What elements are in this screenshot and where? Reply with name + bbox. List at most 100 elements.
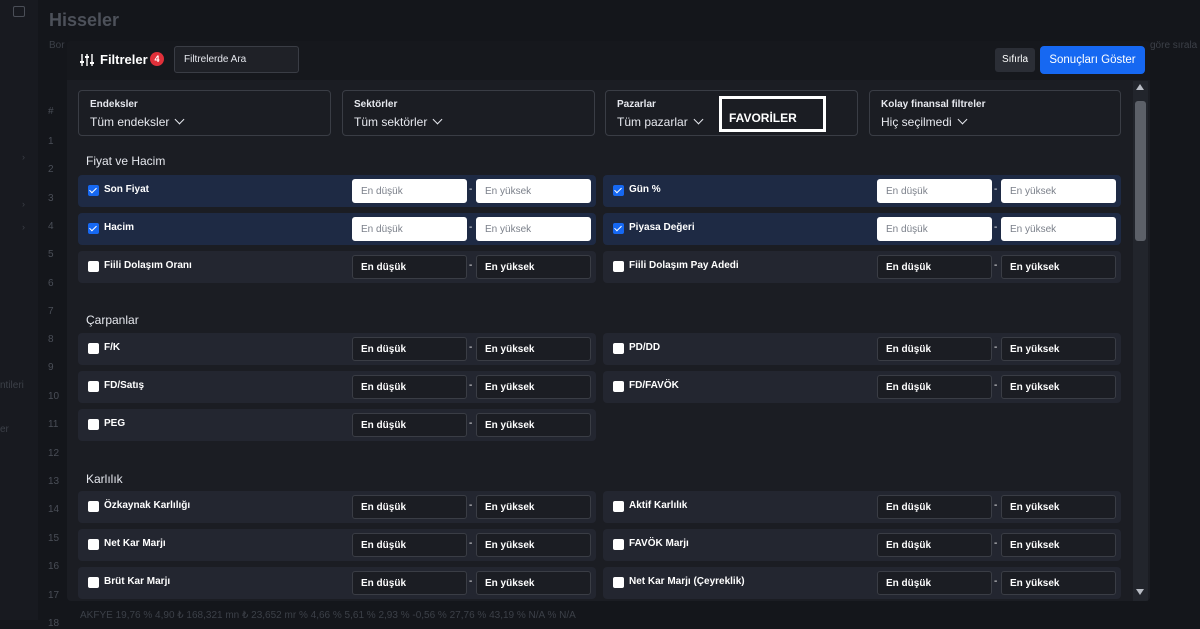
indices-dropdown[interactable]: Endeksler Tüm endeksler	[78, 90, 331, 136]
max-value-input[interactable]	[476, 179, 591, 203]
sidebar-toggle-icon[interactable]	[13, 6, 25, 17]
filter-label[interactable]: Son Fiyat	[104, 184, 149, 195]
min-value-input[interactable]	[352, 217, 467, 241]
filter-label[interactable]: Fiili Dolaşım Oranı	[104, 260, 192, 271]
chevron-right-icon: ›	[22, 152, 25, 162]
section-title: Çarpanlar	[86, 313, 139, 327]
scroll-up-icon[interactable]	[1136, 84, 1144, 90]
sectors-dropdown[interactable]: Sektörler Tüm sektörler	[342, 90, 595, 136]
filter-row: PEG -	[78, 409, 596, 441]
filter-label[interactable]: Piyasa Değeri	[629, 222, 695, 233]
chevron-down-icon	[432, 114, 443, 125]
min-value-input[interactable]	[877, 375, 992, 399]
max-value-input[interactable]	[476, 375, 591, 399]
filter-checkbox[interactable]	[88, 223, 99, 234]
min-value-input[interactable]	[352, 533, 467, 557]
filter-row: Aktif Karlılık -	[603, 491, 1121, 523]
min-value-input[interactable]	[352, 255, 467, 279]
min-value-input[interactable]	[352, 413, 467, 437]
max-value-input[interactable]	[1001, 179, 1116, 203]
filter-checkbox[interactable]	[613, 539, 624, 550]
filter-checkbox[interactable]	[613, 185, 624, 196]
range-separator: -	[994, 500, 998, 511]
filter-label[interactable]: Fiili Dolaşım Pay Adedi	[629, 260, 739, 271]
filter-label[interactable]: FD/Satış	[104, 380, 144, 391]
max-value-input[interactable]	[476, 217, 591, 241]
filter-row: Son Fiyat -	[78, 175, 596, 207]
filter-label[interactable]: Brüt Kar Marjı	[104, 576, 170, 587]
scroll-thumb[interactable]	[1135, 101, 1146, 241]
min-value-input[interactable]	[877, 571, 992, 595]
filter-label[interactable]: FAVÖK Marjı	[629, 538, 689, 549]
min-value-input[interactable]	[352, 337, 467, 361]
min-value-input[interactable]	[877, 255, 992, 279]
max-value-input[interactable]	[1001, 375, 1116, 399]
row-number: 7	[48, 306, 54, 317]
filter-row: FAVÖK Marjı -	[603, 529, 1121, 561]
filter-checkbox[interactable]	[613, 501, 624, 512]
max-value-input[interactable]	[476, 571, 591, 595]
filter-label[interactable]: Aktif Karlılık	[629, 500, 687, 511]
max-value-input[interactable]	[476, 337, 591, 361]
easy-financial-filters-dropdown[interactable]: Kolay finansal filtreler Hiç seçilmedi	[869, 90, 1121, 136]
filter-checkbox[interactable]	[88, 501, 99, 512]
filter-label[interactable]: PEG	[104, 418, 125, 429]
filter-checkbox[interactable]	[613, 261, 624, 272]
max-value-input[interactable]	[476, 533, 591, 557]
filter-checkbox[interactable]	[88, 539, 99, 550]
filter-checkbox[interactable]	[88, 185, 99, 196]
filter-checkbox[interactable]	[613, 223, 624, 234]
filter-checkbox[interactable]	[88, 261, 99, 272]
scroll-down-icon[interactable]	[1136, 589, 1144, 595]
filter-label[interactable]: Net Kar Marjı (Çeyreklik)	[629, 576, 745, 587]
range-separator: -	[994, 380, 998, 391]
filter-label[interactable]: Özkaynak Karlılığı	[104, 500, 190, 511]
max-value-input[interactable]	[1001, 255, 1116, 279]
max-value-input[interactable]	[476, 495, 591, 519]
filter-checkbox[interactable]	[613, 343, 624, 354]
min-value-input[interactable]	[352, 495, 467, 519]
favorites-box[interactable]: FAVORİLER	[719, 96, 826, 132]
row-number: 10	[48, 391, 60, 402]
filter-label[interactable]: F/K	[104, 342, 120, 353]
min-value-input[interactable]	[877, 217, 992, 241]
show-results-button[interactable]: Sonuçları Göster	[1040, 46, 1145, 74]
filter-checkbox[interactable]	[88, 343, 99, 354]
min-value-input[interactable]	[877, 495, 992, 519]
filter-search-input[interactable]	[174, 46, 299, 73]
page-title: Hisseler	[49, 10, 120, 30]
filter-checkbox[interactable]	[613, 381, 624, 392]
min-value-input[interactable]	[877, 337, 992, 361]
filter-label[interactable]: PD/DD	[629, 342, 660, 353]
filter-label[interactable]: Net Kar Marjı	[104, 538, 166, 549]
max-value-input[interactable]	[476, 255, 591, 279]
modal-header: Filtreler 4 Sıfırla Sonuçları Göster	[67, 41, 1150, 80]
max-value-input[interactable]	[1001, 337, 1116, 361]
max-value-input[interactable]	[1001, 533, 1116, 557]
filter-label[interactable]: Gün %	[629, 184, 661, 195]
max-value-input[interactable]	[476, 413, 591, 437]
filter-label[interactable]: Hacim	[104, 222, 134, 233]
min-value-input[interactable]	[877, 533, 992, 557]
filter-checkbox[interactable]	[613, 577, 624, 588]
row-number: 15	[48, 533, 60, 544]
filter-checkbox[interactable]	[88, 419, 99, 430]
dropdown-label: Sektörler	[354, 99, 398, 110]
row-number: #	[48, 106, 54, 117]
filter-label[interactable]: FD/FAVÖK	[629, 380, 679, 391]
max-value-input[interactable]	[1001, 217, 1116, 241]
reset-button[interactable]: Sıfırla	[995, 48, 1035, 72]
filter-row: Fiili Dolaşım Oranı -	[78, 251, 596, 283]
dropdown-label: Pazarlar	[617, 99, 656, 110]
min-value-input[interactable]	[877, 179, 992, 203]
sidebar-item-label: ntileri	[0, 380, 24, 391]
min-value-input[interactable]	[352, 375, 467, 399]
filter-checkbox[interactable]	[88, 577, 99, 588]
min-value-input[interactable]	[352, 179, 467, 203]
dropdown-value: Tüm pazarlar	[617, 114, 704, 129]
modal-scrollbar[interactable]	[1133, 81, 1148, 601]
max-value-input[interactable]	[1001, 495, 1116, 519]
max-value-input[interactable]	[1001, 571, 1116, 595]
min-value-input[interactable]	[352, 571, 467, 595]
filter-checkbox[interactable]	[88, 381, 99, 392]
